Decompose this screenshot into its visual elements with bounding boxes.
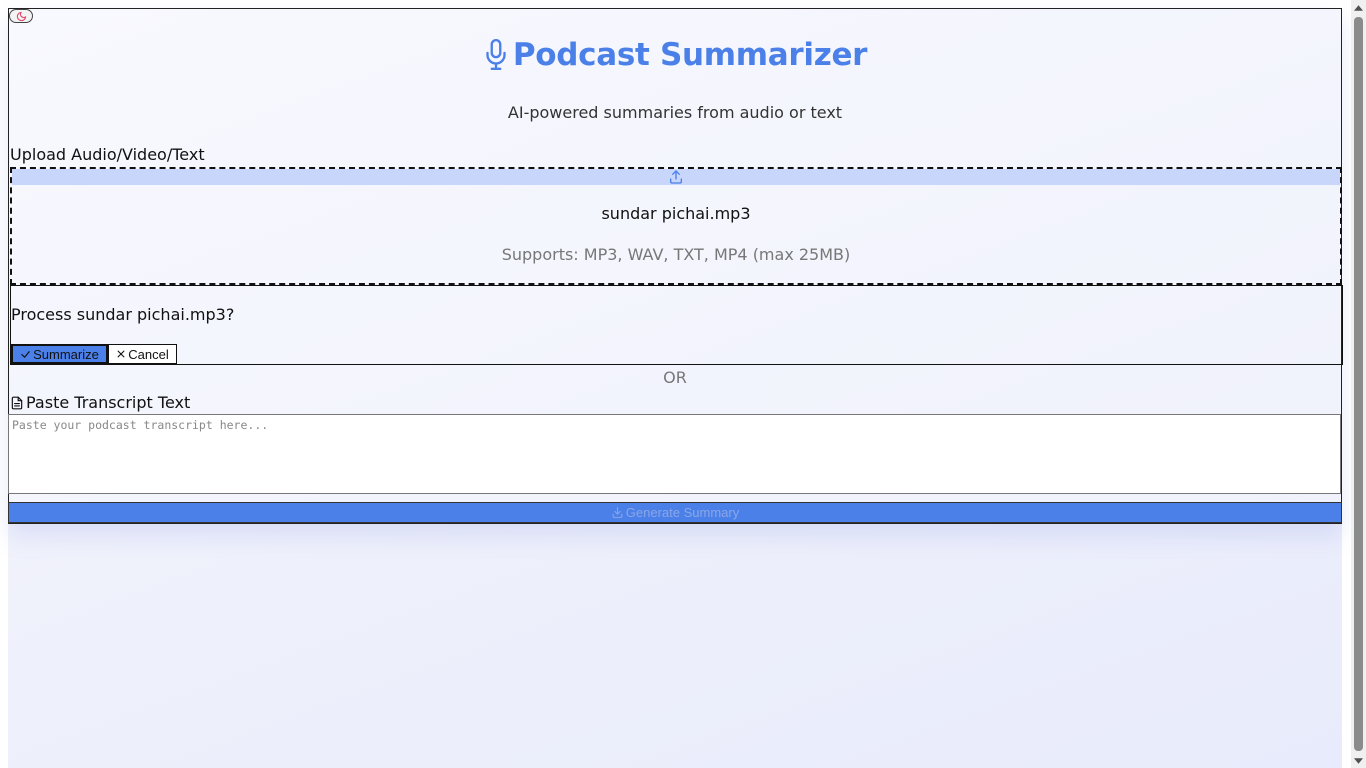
scrollbar-thumb[interactable]	[1354, 17, 1363, 751]
scroll-down-arrow-icon[interactable]	[1351, 753, 1366, 768]
or-divider: OR	[663, 368, 687, 387]
transcript-input[interactable]	[8, 414, 1341, 494]
upload-icon	[668, 169, 684, 185]
upload-dropzone[interactable]: sundar pichai.mp3 Supports: MP3, WAV, TX…	[10, 167, 1342, 285]
supported-formats-text: Supports: MP3, WAV, TXT, MP4 (max 25MB)	[501, 245, 851, 264]
page-title-row: Podcast Summarizer	[9, 35, 1341, 75]
process-question: Process sundar pichai.mp3?	[11, 305, 235, 324]
page-subtitle: AI-powered summaries from audio or text	[507, 103, 843, 122]
upload-strip[interactable]	[12, 169, 1340, 185]
page-title: Podcast Summarizer	[512, 37, 868, 73]
cancel-button[interactable]: Cancel	[108, 344, 177, 364]
close-icon	[116, 349, 126, 359]
upload-label: Upload Audio/Video/Text	[10, 145, 205, 164]
cancel-label: Cancel	[128, 346, 169, 362]
theme-toggle-button[interactable]	[9, 9, 33, 23]
download-icon	[611, 506, 624, 519]
summarize-button[interactable]: Summarize	[11, 344, 108, 364]
moon-icon	[16, 11, 27, 22]
process-confirmation: Process sundar pichai.mp3? Summarize Can…	[10, 285, 1343, 365]
page-background: Podcast Summarizer AI-powered summaries …	[8, 8, 1343, 768]
vertical-scrollbar[interactable]	[1351, 0, 1366, 768]
document-icon	[10, 395, 24, 411]
scroll-up-arrow-icon[interactable]	[1351, 0, 1366, 15]
paste-transcript-label: Paste Transcript Text	[10, 393, 190, 412]
paste-transcript-label-text: Paste Transcript Text	[26, 393, 191, 412]
check-icon	[20, 349, 31, 360]
microphone-icon	[483, 38, 509, 72]
generate-summary-label: Generate Summary	[625, 505, 740, 520]
generate-summary-button[interactable]: Generate Summary	[8, 502, 1342, 523]
selected-file-name: sundar pichai.mp3	[601, 204, 751, 223]
summarize-label: Summarize	[33, 346, 99, 362]
